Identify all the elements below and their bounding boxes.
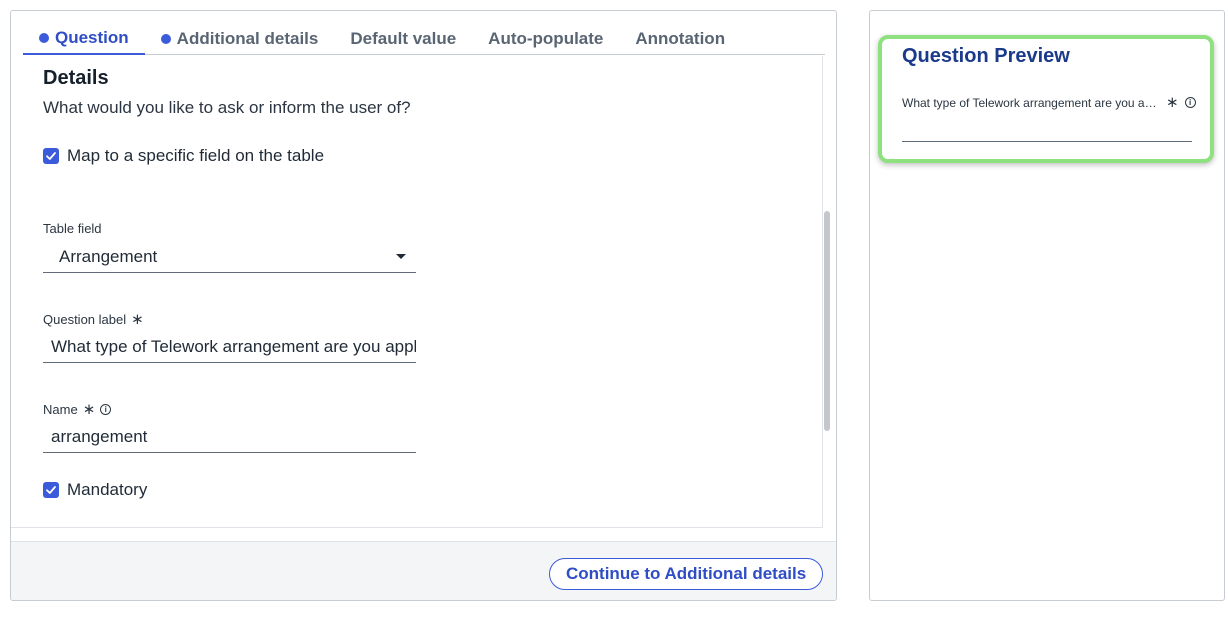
required-asterisk-icon: ∗ — [1166, 94, 1179, 111]
name-value: arrangement — [51, 426, 148, 446]
tab-default-value-label: Default value — [350, 28, 457, 48]
preview-title: Question Preview — [902, 45, 1070, 67]
info-icon[interactable]: i — [1184, 97, 1196, 108]
table-field-value: Arrangement — [59, 246, 158, 266]
info-icon[interactable]: i — [100, 404, 112, 415]
tab-question[interactable]: Question — [23, 23, 145, 55]
preview-answer-input[interactable] — [902, 141, 1192, 142]
map-to-field-checkbox-row[interactable]: Map to a specific field on the table — [43, 146, 324, 166]
status-dot-icon — [39, 33, 49, 43]
mandatory-checkbox-row[interactable]: Mandatory — [43, 480, 147, 500]
mandatory-checkbox[interactable] — [43, 482, 59, 498]
required-asterisk-icon: ∗ — [82, 401, 96, 418]
chevron-down-icon — [396, 254, 406, 259]
table-field-label-text: Table field — [43, 221, 102, 236]
preview-card: Question Preview What type of Telework a… — [878, 35, 1214, 163]
preview-question-label: What type of Telework arrangement are yo… — [902, 95, 1196, 110]
required-asterisk-icon: ∗ — [131, 311, 144, 328]
table-field-label: Table field — [43, 221, 102, 236]
vertical-scrollbar[interactable] — [824, 211, 830, 431]
details-heading: Details — [43, 67, 109, 89]
checkmark-icon — [46, 486, 56, 494]
question-label-value: What type of Telework arrangement are yo… — [51, 336, 416, 356]
name-input[interactable]: arrangement — [43, 421, 416, 453]
status-dot-icon — [160, 33, 171, 44]
question-editor-panel: Question Additional details Default valu… — [10, 10, 837, 601]
tab-auto-populate-label: Auto-populate — [488, 28, 604, 48]
map-to-field-label: Map to a specific field on the table — [67, 146, 325, 165]
mandatory-label: Mandatory — [67, 480, 148, 499]
editor-footer: Continue to Additional details — [11, 541, 836, 600]
question-label-input[interactable]: What type of Telework arrangement are yo… — [43, 331, 416, 363]
question-label-label-text: Question label — [43, 312, 127, 327]
tab-default-value[interactable]: Default value — [334, 23, 472, 54]
tab-annotation[interactable]: Annotation — [619, 23, 741, 54]
question-preview-panel: Question Preview What type of Telework a… — [869, 10, 1225, 601]
tab-additional-details[interactable]: Additional details — [145, 23, 335, 54]
preview-question-text: What type of Telework arrangement are yo… — [902, 95, 1160, 110]
question-label-label: Question label ∗ — [43, 312, 144, 327]
tab-auto-populate[interactable]: Auto-populate — [472, 23, 619, 54]
map-to-field-checkbox[interactable] — [43, 148, 59, 164]
details-scroll-area: Details What would you like to ask or in… — [11, 56, 823, 528]
continue-button[interactable]: Continue to Additional details — [549, 558, 824, 590]
name-label-text: Name — [43, 402, 78, 417]
tab-question-label: Question — [55, 28, 129, 47]
checkmark-icon — [46, 152, 56, 160]
table-field-select[interactable]: Arrangement — [43, 241, 416, 273]
tab-bar: Question Additional details Default valu… — [23, 23, 825, 55]
name-label: Name ∗ i — [43, 401, 112, 418]
tab-annotation-label: Annotation — [635, 28, 726, 48]
tab-additional-details-label: Additional details — [176, 28, 319, 48]
details-subtitle: What would you like to ask or inform the… — [43, 98, 411, 117]
